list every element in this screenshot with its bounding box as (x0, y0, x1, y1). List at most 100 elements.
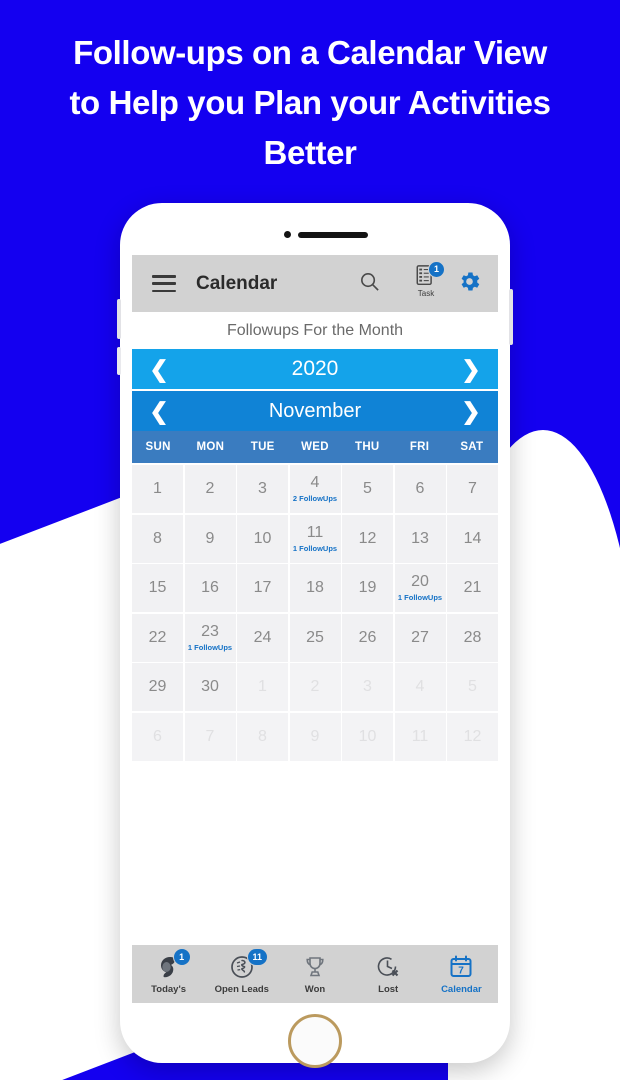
day-number: 8 (258, 727, 267, 745)
calendar-day-cell[interactable]: 12 (342, 514, 393, 563)
calendar-day-cell[interactable]: 23 1 FollowUps (184, 613, 236, 662)
bottom-nav-item-lost[interactable]: Lost (352, 945, 425, 1003)
calendar-day-cell[interactable]: 14 (447, 514, 498, 563)
calendar-day-cell[interactable]: 15 (132, 564, 183, 612)
calendar-day-cell[interactable]: 18 (289, 564, 341, 612)
hamburger-menu-icon[interactable] (152, 275, 176, 292)
calendar-day-cell[interactable]: 20 1 FollowUps (394, 564, 446, 612)
day-number: 3 (363, 678, 372, 695)
calendar-day-cell[interactable]: 9 (289, 712, 341, 761)
home-button[interactable] (288, 1014, 342, 1068)
calendar-day-cell[interactable]: 7 (184, 712, 236, 761)
svg-text:7: 7 (459, 965, 465, 976)
calendar-day-cell[interactable]: 4 2 FollowUps (289, 465, 341, 513)
day-number: 10 (253, 529, 272, 547)
calendar-day-cell[interactable]: 1 (237, 663, 288, 711)
day-number: 19 (358, 579, 377, 596)
day-number: 5 (468, 678, 477, 695)
day-number: 15 (148, 579, 167, 596)
month-prev-chevron-left-icon[interactable]: ❮ (132, 399, 186, 423)
day-number: 3 (258, 480, 267, 497)
bottom-nav-label: Today's (151, 984, 186, 995)
today-person-icon: 1 (156, 948, 191, 980)
calendar-day-cell[interactable]: 5 (342, 465, 393, 513)
calendar-day-cell[interactable]: 1 (132, 465, 183, 513)
calendar-day-cell[interactable]: 16 (184, 564, 236, 612)
day-number: 16 (201, 579, 219, 596)
day-number: 18 (306, 579, 324, 596)
calendar-day-cell[interactable]: 2 (184, 465, 236, 513)
calendar-day-cell[interactable]: 26 (342, 613, 393, 662)
calendar-day-cell[interactable]: 8 (132, 514, 183, 563)
volume-up-button[interactable] (117, 299, 121, 339)
weekday-label-tue: TUE (250, 441, 275, 453)
year-prev-chevron-left-icon[interactable]: ❮ (132, 357, 186, 381)
day-number: 4 (415, 678, 425, 695)
calendar-day-cell[interactable]: 12 (447, 712, 498, 761)
calendar-day-cell[interactable]: 17 (237, 564, 288, 612)
day-number: 9 (310, 727, 320, 745)
day-number: 2 (310, 678, 320, 695)
day-number: 1 (258, 678, 267, 695)
calendar-day-cell[interactable]: 24 (237, 613, 288, 662)
day-number: 10 (358, 727, 377, 745)
year-next-chevron-right-icon[interactable]: ❯ (444, 357, 498, 381)
calendar-day-cell[interactable]: 11 1 FollowUps (289, 514, 341, 563)
day-number: 26 (358, 628, 377, 646)
calendar-day-cell[interactable]: 30 (184, 663, 236, 711)
weekday-label-wed: WED (301, 441, 329, 453)
bottom-nav-item-open-leads[interactable]: 11 Open Leads (205, 945, 278, 1003)
bottom-nav-item-today-s[interactable]: 1 Today's (132, 945, 205, 1003)
bottom-nav-badge: 11 (246, 948, 268, 966)
calendar-day-cell[interactable]: 19 (342, 564, 393, 612)
calendar-day-cell[interactable]: 11 (394, 712, 446, 761)
year-value: 2020 (291, 357, 339, 380)
calendar-day-cell[interactable]: 29 (132, 663, 183, 711)
month-value: November (268, 399, 362, 422)
bottom-navigation-bar: 1 Today's 11 Open Leads Won Lost 7 Calendar (132, 945, 498, 1003)
calendar-day-cell[interactable]: 27 (394, 613, 446, 662)
day-number: 12 (463, 727, 482, 745)
open-leads-icon: 11 (229, 948, 268, 980)
calendar-day-cell[interactable]: 3 (342, 663, 393, 711)
phone-top-bezel (120, 203, 510, 255)
calendar-day-cell[interactable]: 8 (237, 712, 288, 761)
month-next-chevron-right-icon[interactable]: ❯ (444, 399, 498, 423)
calendar-day-cell[interactable]: 28 (447, 613, 498, 662)
calendar-day-cell[interactable]: 4 (394, 663, 446, 711)
calendar-day-cell[interactable]: 7 (447, 465, 498, 513)
clock-x-icon (375, 953, 401, 980)
calendar-day-cell[interactable]: 6 (132, 712, 183, 761)
calendar-day-cell[interactable]: 10 (237, 514, 288, 563)
bottom-nav-badge: 1 (172, 948, 191, 966)
day-number: 11 (411, 727, 429, 745)
page-title: Calendar (196, 272, 278, 294)
bottom-nav-item-won[interactable]: Won (278, 945, 351, 1003)
calendar-grid: 12342 FollowUps 5 6 7 8 9 10 11 1 FollowUps 12 13 1… (132, 463, 498, 761)
task-button[interactable]: 1 Task (409, 260, 445, 304)
weekday-label-sun: SUN (145, 441, 171, 453)
search-icon[interactable] (358, 270, 381, 298)
year-navigation-bar: ❮ 2020 ❯ (132, 349, 498, 389)
calendar-day-cell[interactable]: 10 (342, 712, 393, 761)
gear-icon[interactable] (457, 269, 482, 299)
calendar-day-cell[interactable]: 6 (394, 465, 446, 513)
calendar-day-cell[interactable]: 21 (447, 564, 498, 612)
task-badge: 1 (428, 260, 445, 278)
bottom-nav-item-calendar[interactable]: 7 Calendar (425, 945, 498, 1003)
volume-down-button[interactable] (117, 347, 121, 375)
calendar-day-cell[interactable]: 2 (289, 663, 341, 711)
day-number: 2 (205, 480, 215, 497)
day-number: 24 (253, 628, 272, 646)
day-number: 28 (463, 628, 482, 646)
calendar-day-cell[interactable]: 22 (132, 613, 183, 662)
day-number: 13 (411, 529, 429, 547)
calendar-day-cell[interactable]: 9 (184, 514, 236, 563)
followups-count-label: 1 FollowUps (187, 642, 233, 652)
calendar-day-cell[interactable]: 13 (394, 514, 446, 563)
calendar-day-cell[interactable]: 25 (289, 613, 341, 662)
day-number: 22 (148, 628, 167, 646)
power-button[interactable] (509, 289, 513, 345)
calendar-day-cell[interactable]: 5 (447, 663, 498, 711)
calendar-day-cell[interactable]: 3 (237, 465, 288, 513)
